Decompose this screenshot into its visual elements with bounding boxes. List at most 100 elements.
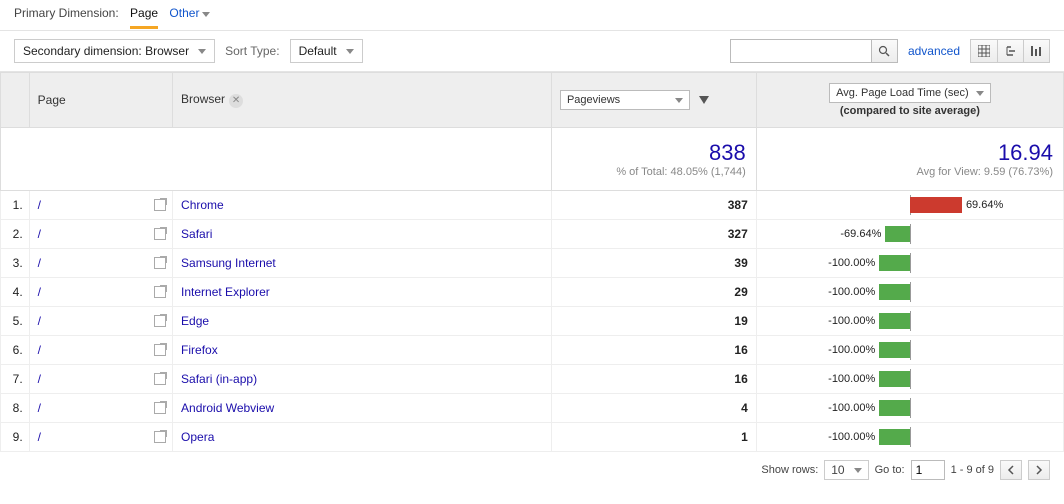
- open-external-icon[interactable]: [154, 199, 166, 211]
- chevron-down-icon: [675, 98, 683, 103]
- browser-cell[interactable]: Safari (in-app): [173, 365, 552, 394]
- pageviews-cell: 29: [551, 278, 756, 307]
- search-box: [730, 39, 898, 63]
- chevron-right-icon: [1035, 465, 1043, 475]
- page-cell[interactable]: /: [29, 336, 172, 365]
- show-rows-label: Show rows:: [761, 464, 818, 476]
- table-row[interactable]: 9./Opera1-100.00%: [1, 423, 1064, 452]
- chevron-down-icon: [976, 91, 984, 96]
- comparison-bar-cell: 69.64%: [756, 191, 1063, 220]
- open-external-icon[interactable]: [154, 373, 166, 385]
- comparison-bar-cell: -100.00%: [756, 365, 1063, 394]
- browser-cell[interactable]: Android Webview: [173, 394, 552, 423]
- browser-cell[interactable]: Edge: [173, 307, 552, 336]
- row-index: 7.: [1, 365, 30, 394]
- next-page-button[interactable]: [1028, 460, 1050, 480]
- page-cell[interactable]: /: [29, 220, 172, 249]
- chevron-down-icon: [202, 12, 210, 17]
- comparison-bar-cell: -100.00%: [756, 249, 1063, 278]
- chevron-left-icon: [1007, 465, 1015, 475]
- bars-icon: [1030, 45, 1044, 57]
- comparison-view-button[interactable]: [1023, 40, 1049, 62]
- view-mode-buttons: [970, 39, 1050, 63]
- primary-dimension-bar: Primary Dimension: Page Other: [0, 0, 1064, 30]
- metric-select-load-time[interactable]: Avg. Page Load Time (sec): [829, 83, 990, 103]
- browser-cell[interactable]: Safari: [173, 220, 552, 249]
- row-index: 9.: [1, 423, 30, 452]
- row-index: 2.: [1, 220, 30, 249]
- data-table: Page Browser✕ Pageviews Avg. Page Load T…: [0, 72, 1064, 452]
- remove-dimension-button[interactable]: ✕: [229, 94, 243, 108]
- search-input[interactable]: [731, 40, 871, 62]
- search-button[interactable]: [871, 40, 897, 62]
- pagination-footer: Show rows: 10 Go to: 1 - 9 of 9: [0, 452, 1064, 488]
- pageviews-cell: 4: [551, 394, 756, 423]
- pageviews-cell: 16: [551, 336, 756, 365]
- primary-dimension-label: Primary Dimension:: [14, 6, 119, 20]
- table-row[interactable]: 8./Android Webview4-100.00%: [1, 394, 1064, 423]
- pageviews-cell: 327: [551, 220, 756, 249]
- pageviews-cell: 19: [551, 307, 756, 336]
- page-cell[interactable]: /: [29, 191, 172, 220]
- page-cell[interactable]: /: [29, 249, 172, 278]
- comparison-bar-cell: -100.00%: [756, 394, 1063, 423]
- pageviews-cell: 387: [551, 191, 756, 220]
- table-row[interactable]: 5./Edge19-100.00%: [1, 307, 1064, 336]
- row-index: 3.: [1, 249, 30, 278]
- row-index: 1.: [1, 191, 30, 220]
- page-cell[interactable]: /: [29, 307, 172, 336]
- sort-descending-icon[interactable]: [699, 96, 709, 104]
- sort-type-dropdown[interactable]: Default: [290, 39, 363, 63]
- column-header-page[interactable]: Page: [29, 73, 172, 128]
- browser-cell[interactable]: Firefox: [173, 336, 552, 365]
- row-index: 4.: [1, 278, 30, 307]
- browser-cell[interactable]: Samsung Internet: [173, 249, 552, 278]
- metric-select-pageviews[interactable]: Pageviews: [560, 90, 690, 110]
- table-view-button[interactable]: [971, 40, 997, 62]
- summary-avg-sub: Avg for View: 9.59 (76.73%): [767, 166, 1053, 178]
- range-label: 1 - 9 of 9: [951, 464, 994, 476]
- table-row[interactable]: 1./Chrome38769.64%: [1, 191, 1064, 220]
- percentage-view-button[interactable]: [997, 40, 1023, 62]
- page-cell[interactable]: /: [29, 423, 172, 452]
- table-row[interactable]: 7./Safari (in-app)16-100.00%: [1, 365, 1064, 394]
- page-cell[interactable]: /: [29, 278, 172, 307]
- open-external-icon[interactable]: [154, 431, 166, 443]
- browser-cell[interactable]: Opera: [173, 423, 552, 452]
- column-header-browser[interactable]: Browser✕: [173, 73, 552, 128]
- browser-cell[interactable]: Internet Explorer: [173, 278, 552, 307]
- column-header-pageviews[interactable]: Pageviews: [551, 73, 756, 128]
- table-row[interactable]: 6./Firefox16-100.00%: [1, 336, 1064, 365]
- rows-per-page-dropdown[interactable]: 10: [824, 460, 868, 480]
- pageviews-cell: 16: [551, 365, 756, 394]
- page-cell[interactable]: /: [29, 365, 172, 394]
- prev-page-button[interactable]: [1000, 460, 1022, 480]
- open-external-icon[interactable]: [154, 257, 166, 269]
- compared-label: (compared to site average): [840, 105, 980, 117]
- open-external-icon[interactable]: [154, 286, 166, 298]
- comparison-bar-cell: -100.00%: [756, 423, 1063, 452]
- open-external-icon[interactable]: [154, 228, 166, 240]
- row-index: 6.: [1, 336, 30, 365]
- primary-dimension-other[interactable]: Other: [169, 6, 210, 20]
- secondary-dimension-dropdown[interactable]: Secondary dimension: Browser: [14, 39, 215, 63]
- open-external-icon[interactable]: [154, 402, 166, 414]
- goto-label: Go to:: [875, 464, 905, 476]
- table-row[interactable]: 3./Samsung Internet39-100.00%: [1, 249, 1064, 278]
- chevron-down-icon: [198, 49, 206, 54]
- advanced-link[interactable]: advanced: [908, 44, 960, 58]
- browser-cell[interactable]: Chrome: [173, 191, 552, 220]
- comparison-bar-cell: -69.64%: [756, 220, 1063, 249]
- chevron-down-icon: [346, 49, 354, 54]
- table-row[interactable]: 2./Safari327-69.64%: [1, 220, 1064, 249]
- page-cell[interactable]: /: [29, 394, 172, 423]
- goto-input[interactable]: [911, 460, 945, 480]
- column-header-avg-load[interactable]: Avg. Page Load Time (sec) (compared to s…: [756, 73, 1063, 128]
- open-external-icon[interactable]: [154, 315, 166, 327]
- open-external-icon[interactable]: [154, 344, 166, 356]
- table-row[interactable]: 4./Internet Explorer29-100.00%: [1, 278, 1064, 307]
- controls-bar: Secondary dimension: Browser Sort Type: …: [0, 30, 1064, 72]
- summary-pageviews-sub: % of Total: 48.05% (1,744): [562, 166, 746, 178]
- primary-dimension-selected[interactable]: Page: [130, 6, 158, 29]
- search-icon: [878, 45, 890, 57]
